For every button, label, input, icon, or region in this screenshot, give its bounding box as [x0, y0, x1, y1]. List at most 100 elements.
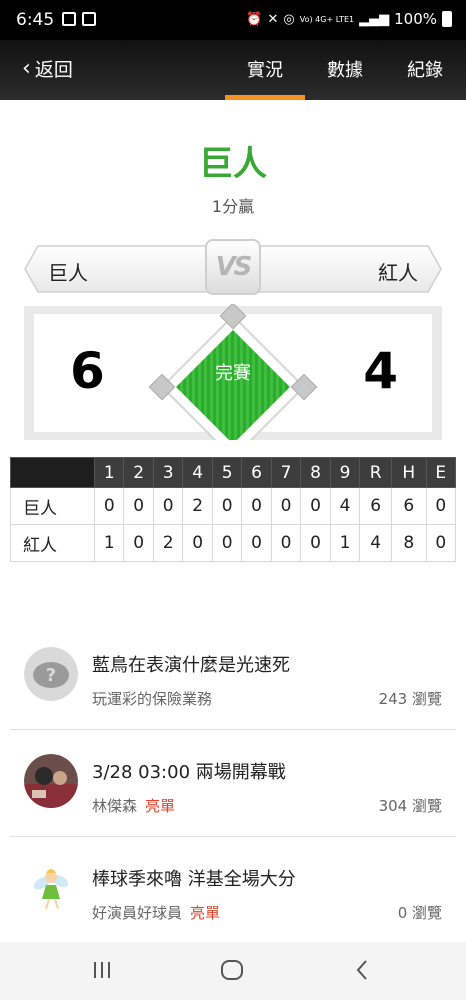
table-row: 巨人 0 0 0 2 0 0 0 0 4 6 6 0 [10, 487, 457, 525]
winner-team: 巨人 [199, 144, 267, 184]
tab-live[interactable]: 實況 [247, 56, 283, 82]
box-score-header-row: 1 2 3 4 5 6 7 8 9 R H E [10, 457, 457, 488]
table-cell: 0 [152, 487, 184, 525]
post-author: 好演員好球員 亮單 [92, 902, 220, 923]
table-cell: 6 [391, 487, 427, 525]
user-photo-avatar [24, 754, 78, 808]
header-inning-4: 4 [182, 457, 213, 488]
network-label: Vo) 4G+ LTE1 [299, 14, 355, 24]
header-inning-1: 1 [93, 457, 125, 488]
author-name[interactable]: 玩運彩的保險業務 [92, 690, 212, 708]
table-cell: 0 [425, 487, 457, 525]
battery-icon [442, 11, 452, 27]
post-views: 304 瀏覽 [378, 797, 442, 815]
table-cell: 0 [300, 487, 331, 525]
post-title[interactable]: 棒球季來嚕 洋基全場大分 [92, 865, 296, 891]
active-tab-indicator [225, 95, 305, 100]
battery-text: 100% [394, 10, 437, 28]
table-cell: 0 [270, 487, 302, 525]
away-score: 4 [363, 342, 398, 400]
tab-records[interactable]: 紀錄 [407, 56, 443, 82]
author-name[interactable]: 林傑森 [92, 797, 137, 815]
table-cell: 4 [359, 524, 393, 562]
table-cell: 0 [123, 524, 154, 562]
header-errors: E [425, 457, 457, 488]
mute-icon: ✕ [267, 11, 279, 27]
vs-badge: VS [205, 239, 261, 295]
table-cell: 0 [270, 524, 302, 562]
matchup-bar: 巨人 紅人 VS [24, 239, 442, 295]
result-margin: 1分贏 [211, 197, 255, 216]
table-cell: 6 [359, 487, 393, 525]
row-team: 巨人 [10, 487, 95, 525]
hotspot-icon: ◎ [283, 11, 295, 27]
header-inning-7: 7 [270, 457, 302, 488]
table-cell: 2 [152, 524, 184, 562]
author-name[interactable]: 好演員好球員 [92, 904, 182, 922]
post-title[interactable]: 藍鳥在表演什麼是光速死 [92, 651, 290, 677]
header-inning-9: 9 [329, 457, 361, 488]
table-cell: 0 [241, 524, 272, 562]
post-item[interactable]: ? 藍鳥在表演什麼是光速死 玩運彩的保險業務 243 瀏覽 [10, 623, 456, 730]
header-inning-6: 6 [241, 457, 272, 488]
table-cell: 0 [182, 524, 213, 562]
notification-icons [62, 12, 96, 26]
score-panel: 6 4 完賽 [24, 304, 442, 440]
tab-stats[interactable]: 數據 [327, 56, 363, 82]
back-label: 返回 [34, 59, 73, 81]
table-cell: 0 [425, 524, 457, 562]
bet-badge: 亮單 [145, 797, 176, 815]
app-notification-icon [82, 12, 96, 26]
system-nav-bar [0, 942, 466, 1000]
table-cell: 0 [211, 487, 243, 525]
table-cell: 0 [211, 524, 243, 562]
post-views: 243 瀏覽 [378, 690, 442, 708]
status-bar: 6:45 ⏰ ✕ ◎ Vo) 4G+ LTE1 ▂▄▆ 100% [0, 0, 466, 40]
table-cell: 8 [391, 524, 427, 562]
chevron-left-icon: ‹ [22, 56, 31, 81]
home-score: 6 [70, 342, 105, 400]
back-button[interactable]: ‹ 返回 [22, 55, 73, 82]
table-cell: 2 [182, 487, 213, 525]
table-cell: 1 [93, 524, 125, 562]
back-icon[interactable] [354, 958, 370, 986]
table-cell: 0 [93, 487, 125, 525]
header-inning-3: 3 [152, 457, 184, 488]
alarm-icon: ⏰ [246, 11, 263, 27]
table-cell: 0 [300, 524, 331, 562]
post-author: 林傑森 亮單 [92, 795, 175, 816]
recents-icon[interactable] [92, 958, 112, 986]
table-row: 紅人 1 0 2 0 0 0 0 0 1 4 8 0 [10, 524, 457, 562]
svg-text:?: ? [46, 665, 56, 686]
table-cell: 1 [329, 524, 361, 562]
header-runs: R [359, 457, 393, 488]
signal-icon: ▂▄▆ [359, 11, 390, 27]
table-cell: 0 [123, 487, 154, 525]
post-views: 0 瀏覽 [397, 904, 442, 922]
home-icon[interactable] [220, 958, 244, 986]
post-title[interactable]: 3/28 03:00 兩場開幕戰 [92, 758, 286, 784]
default-avatar-icon: ? [24, 647, 78, 701]
gallery-icon [62, 12, 76, 26]
away-team-name: 紅人 [378, 261, 418, 285]
status-time: 6:45 [16, 10, 55, 30]
baseball-diamond: 完賽 [144, 304, 322, 440]
post-item[interactable]: 棒球季來嚕 洋基全場大分 好演員好球員 亮單 0 瀏覽 [10, 837, 456, 944]
home-team-name: 巨人 [48, 261, 88, 285]
bet-badge: 亮單 [190, 904, 221, 922]
header-hits: H [391, 457, 427, 488]
header-inning-8: 8 [300, 457, 331, 488]
status-right: ⏰ ✕ ◎ Vo) 4G+ LTE1 ▂▄▆ 100% [246, 10, 452, 28]
header-team [10, 457, 95, 488]
app-header: ‹ 返回 實況 數據 紀錄 [0, 40, 466, 100]
table-cell: 0 [241, 487, 272, 525]
row-team: 紅人 [10, 524, 95, 562]
game-status: 完賽 [215, 363, 251, 384]
post-author: 玩運彩的保險業務 [92, 688, 212, 709]
box-score-table: 1 2 3 4 5 6 7 8 9 R H E 巨人 0 0 0 2 0 0 0… [10, 457, 457, 562]
header-inning-5: 5 [211, 457, 243, 488]
header-inning-2: 2 [123, 457, 154, 488]
post-item[interactable]: 3/28 03:00 兩場開幕戰 林傑森 亮單 304 瀏覽 [10, 730, 456, 837]
table-cell: 4 [329, 487, 361, 525]
fairy-avatar [24, 861, 78, 915]
